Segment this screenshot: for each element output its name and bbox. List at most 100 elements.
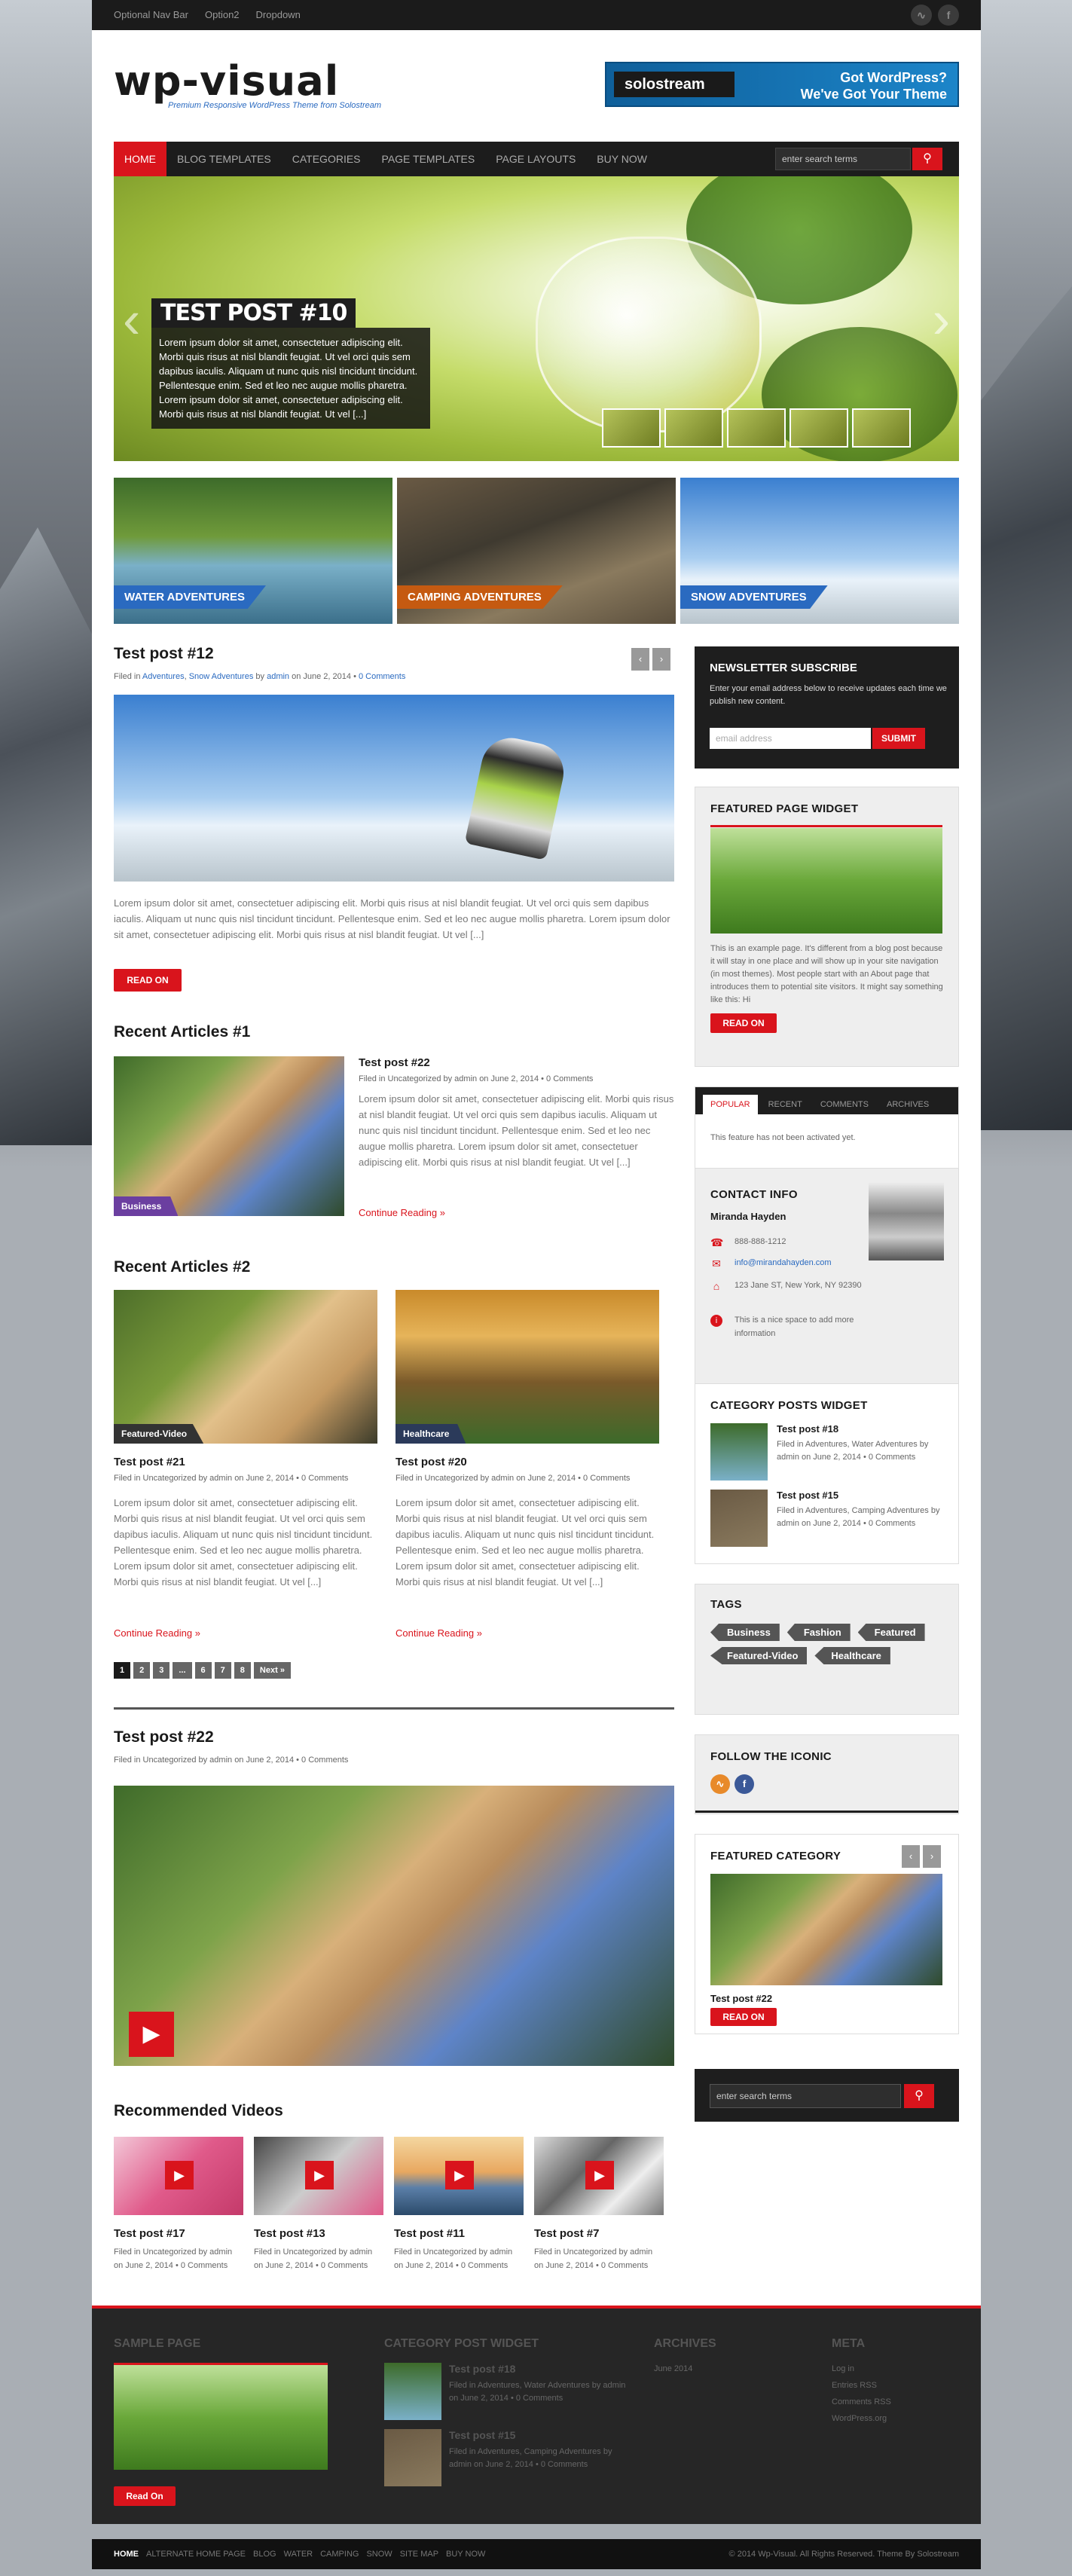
- read-on-button[interactable]: READ ON: [710, 2008, 777, 2026]
- continue-reading-link[interactable]: Continue Reading »: [396, 1627, 482, 1639]
- footer-nav-item[interactable]: SITE MAP: [400, 2539, 438, 2569]
- rss-icon[interactable]: ∿: [710, 1774, 730, 1794]
- slide-title[interactable]: TEST POST #10: [151, 298, 356, 328]
- top-nav-item[interactable]: Option2: [205, 0, 240, 30]
- tag-link[interactable]: Healthcare: [814, 1647, 890, 1664]
- page-link[interactable]: 3: [153, 1662, 170, 1679]
- category-link[interactable]: Adventures: [142, 672, 185, 681]
- footer-nav-item[interactable]: CAMPING: [320, 2539, 359, 2569]
- article-image[interactable]: Featured-Video: [114, 1290, 377, 1444]
- category-tile-camping[interactable]: CAMPING ADVENTURES: [397, 478, 676, 624]
- post-title[interactable]: Test post #15: [449, 2429, 515, 2441]
- slider-next-icon[interactable]: ›: [933, 289, 950, 350]
- tab-archives[interactable]: ARCHIVES: [879, 1095, 936, 1114]
- read-on-button[interactable]: READ ON: [710, 1013, 777, 1033]
- footer-nav-item[interactable]: WATER: [284, 2539, 313, 2569]
- featured-cat-image[interactable]: [710, 1874, 942, 1985]
- post-title[interactable]: Test post #18: [449, 2363, 515, 2375]
- post-title[interactable]: Test post #12: [114, 645, 214, 663]
- facebook-icon[interactable]: f: [735, 1774, 754, 1794]
- header-ad-banner[interactable]: solostream Got WordPress? We've Got Your…: [605, 62, 959, 107]
- facebook-icon[interactable]: f: [938, 5, 959, 26]
- post-title[interactable]: Test post #18: [777, 1423, 838, 1435]
- top-nav-item[interactable]: Optional Nav Bar: [114, 0, 188, 30]
- slider-thumb[interactable]: [789, 408, 848, 448]
- rss-icon[interactable]: ∿: [911, 5, 932, 26]
- article-title[interactable]: Test post #22: [359, 1056, 430, 1069]
- contact-email[interactable]: info@mirandahayden.com: [735, 1256, 832, 1270]
- tag-link[interactable]: Featured-Video: [710, 1647, 808, 1664]
- chevron-left-icon[interactable]: ‹: [631, 648, 649, 671]
- read-on-button[interactable]: Read On: [114, 2486, 176, 2506]
- search-icon[interactable]: ⚲: [912, 148, 942, 170]
- chevron-right-icon[interactable]: ›: [923, 1845, 941, 1868]
- footer-nav-item[interactable]: SNOW: [366, 2539, 392, 2569]
- video-thumb[interactable]: ▶: [534, 2137, 664, 2215]
- page-link[interactable]: 1: [114, 1662, 131, 1679]
- video-thumb[interactable]: ▶: [114, 2137, 243, 2215]
- nav-item-page-templates[interactable]: PAGE TEMPLATES: [371, 142, 486, 176]
- video-title[interactable]: Test post #13: [254, 2227, 325, 2240]
- video-thumb[interactable]: ▶: [394, 2137, 524, 2215]
- video-title[interactable]: Test post #7: [534, 2227, 599, 2240]
- email-field[interactable]: email address: [710, 728, 871, 749]
- slider-prev-icon[interactable]: ‹: [123, 289, 140, 350]
- nav-item-categories[interactable]: CATEGORIES: [282, 142, 371, 176]
- post-thumb[interactable]: [384, 2429, 441, 2486]
- post-title[interactable]: Test post #22: [114, 1728, 214, 1746]
- featured-slider[interactable]: ‹ › TEST POST #10 Lorem ipsum dolor sit …: [114, 176, 959, 461]
- submit-button[interactable]: SUBMIT: [872, 728, 925, 749]
- nav-item-page-layouts[interactable]: PAGE LAYOUTS: [485, 142, 586, 176]
- tag-link[interactable]: Featured: [857, 1624, 925, 1641]
- featured-page-image[interactable]: [710, 828, 942, 934]
- page-link[interactable]: 2: [133, 1662, 151, 1679]
- post-thumb[interactable]: [710, 1423, 768, 1481]
- continue-reading-link[interactable]: Continue Reading »: [359, 1207, 445, 1218]
- comments-link[interactable]: 0 Comments: [359, 672, 405, 681]
- post-thumb[interactable]: [710, 1490, 768, 1547]
- post-thumb[interactable]: [384, 2363, 441, 2420]
- play-icon[interactable]: ▶: [445, 2161, 474, 2189]
- article-image[interactable]: Business: [114, 1056, 344, 1216]
- archive-link[interactable]: June 2014: [654, 2361, 692, 2376]
- search-icon[interactable]: ⚲: [904, 2084, 934, 2108]
- meta-link[interactable]: Log in: [832, 2361, 854, 2376]
- continue-reading-link[interactable]: Continue Reading »: [114, 1627, 200, 1639]
- meta-link[interactable]: WordPress.org: [832, 2411, 887, 2426]
- footer-nav-item[interactable]: BUY NOW: [446, 2539, 485, 2569]
- featured-post-image[interactable]: [114, 695, 674, 882]
- tab-popular[interactable]: POPULAR: [703, 1095, 758, 1114]
- play-icon[interactable]: ▶: [165, 2161, 194, 2189]
- tab-comments[interactable]: COMMENTS: [813, 1095, 876, 1114]
- sample-page-image[interactable]: [114, 2363, 328, 2470]
- video-title[interactable]: Test post #17: [114, 2227, 185, 2240]
- page-link[interactable]: 7: [214, 1662, 231, 1679]
- footer-nav-item[interactable]: HOME: [114, 2539, 139, 2569]
- category-tile-water[interactable]: WATER ADVENTURES: [114, 478, 392, 624]
- category-badge[interactable]: Healthcare: [396, 1424, 466, 1444]
- video-thumb[interactable]: ▶: [254, 2137, 383, 2215]
- nav-search-input[interactable]: enter search terms: [775, 148, 911, 170]
- slider-thumb[interactable]: [602, 408, 661, 448]
- tag-link[interactable]: Fashion: [786, 1624, 851, 1641]
- search-input[interactable]: enter search terms: [710, 2084, 901, 2108]
- footer-nav-item[interactable]: ALTERNATE HOME PAGE: [146, 2539, 246, 2569]
- site-logo[interactable]: wp-visual Premium Responsive WordPress T…: [114, 59, 381, 111]
- category-link[interactable]: Snow Adventures: [189, 672, 254, 681]
- category-badge[interactable]: Business: [114, 1196, 179, 1216]
- tab-recent[interactable]: RECENT: [761, 1095, 810, 1114]
- post-title[interactable]: Test post #15: [777, 1490, 838, 1501]
- category-tile-snow[interactable]: SNOW ADVENTURES: [680, 478, 959, 624]
- page-link[interactable]: 8: [234, 1662, 251, 1679]
- meta-link[interactable]: Entries RSS: [832, 2378, 877, 2393]
- video-post-image[interactable]: ▶: [114, 1786, 674, 2066]
- next-page-link[interactable]: Next »: [253, 1662, 291, 1679]
- play-icon[interactable]: ▶: [305, 2161, 334, 2189]
- slider-thumb[interactable]: [727, 408, 786, 448]
- article-title[interactable]: Test post #21: [114, 1456, 185, 1468]
- read-on-button[interactable]: READ ON: [114, 969, 182, 992]
- meta-link[interactable]: Comments RSS: [832, 2394, 891, 2409]
- chevron-right-icon[interactable]: ›: [652, 648, 670, 671]
- category-badge[interactable]: Featured-Video: [114, 1424, 204, 1444]
- play-icon[interactable]: ▶: [129, 2012, 174, 2057]
